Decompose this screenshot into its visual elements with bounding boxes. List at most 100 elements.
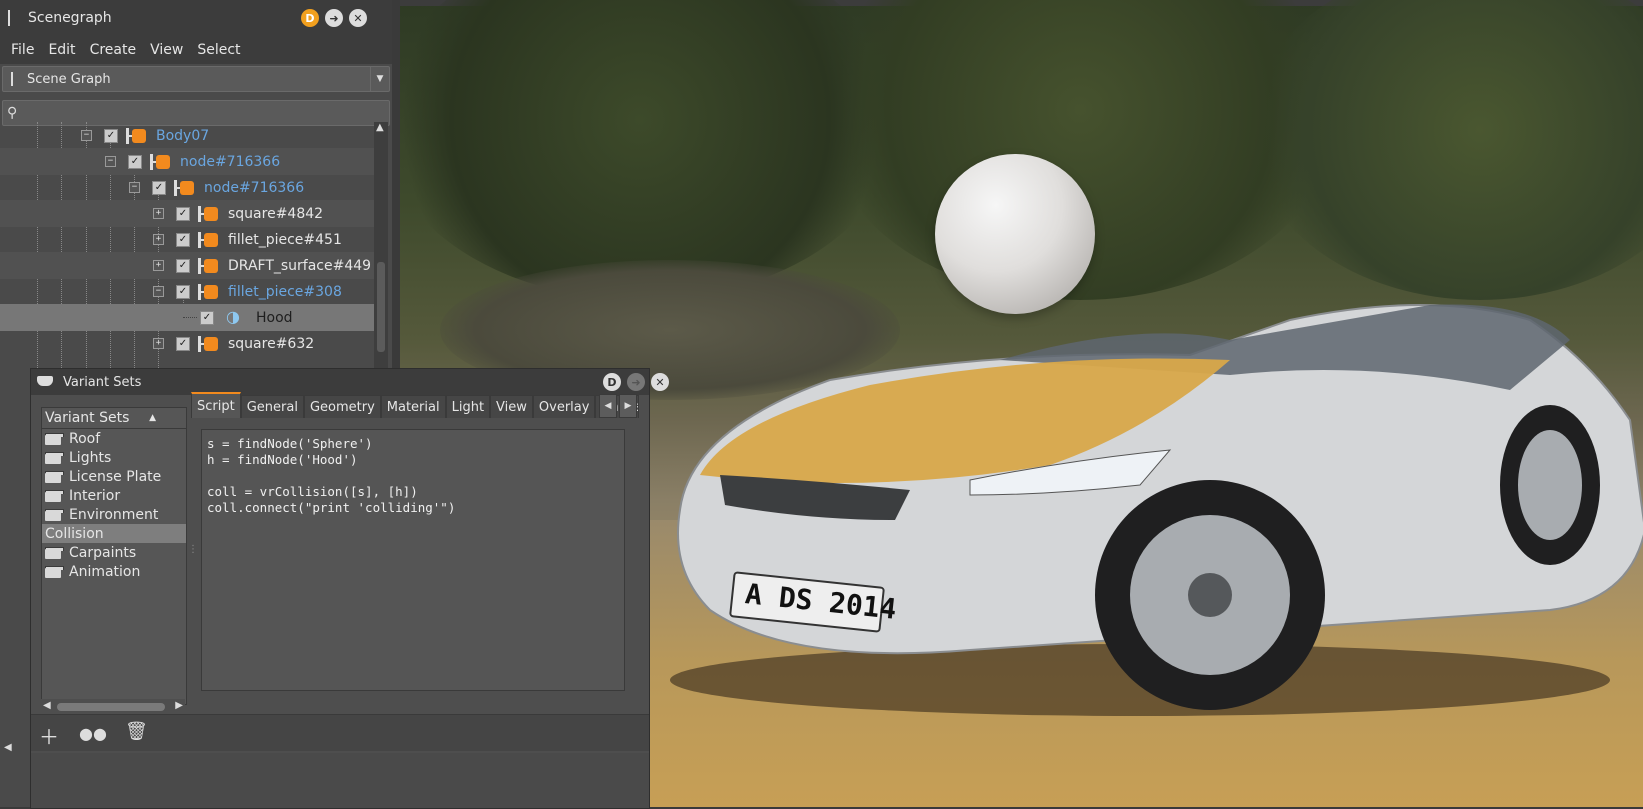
search-input[interactable] — [23, 104, 389, 122]
tab-view[interactable]: View — [490, 395, 533, 418]
menu-file[interactable]: File — [11, 42, 34, 58]
transform-node-icon — [174, 179, 196, 196]
menu-select[interactable]: Select — [197, 42, 240, 58]
folder-icon — [45, 451, 64, 464]
collapse-icon[interactable]: − — [81, 130, 92, 141]
visibility-checkbox[interactable]: ✓ — [176, 284, 190, 299]
scenegraph-app-icon — [8, 10, 18, 26]
list-item-label: Collision — [45, 525, 104, 542]
visibility-checkbox[interactable]: ✓ — [176, 258, 190, 273]
tab-overlay[interactable]: Overlay — [532, 395, 596, 418]
scenegraph-view-icon — [11, 72, 19, 86]
folder-icon — [45, 508, 64, 521]
menu-create[interactable]: Create — [90, 42, 137, 58]
dock-icon[interactable]: D — [603, 373, 621, 391]
close-icon[interactable]: ✕ — [349, 9, 367, 27]
tab-script[interactable]: Script — [191, 392, 241, 418]
visibility-checkbox[interactable]: ✓ — [200, 310, 214, 325]
list-header[interactable]: Variant Sets ▲ — [42, 408, 186, 429]
tree-row[interactable]: + ✓ fillet_piece#451 — [0, 226, 374, 253]
expand-icon[interactable]: + — [153, 234, 164, 245]
list-item[interactable]: Environment — [42, 505, 186, 524]
scroll-right-icon[interactable]: ▶ — [175, 700, 183, 711]
scene-tree[interactable]: − ✓ Body07 − ✓ node#716366 − ✓ node#7163… — [0, 122, 374, 380]
variant-toolbar: ＋ ●● 🗑 — [31, 714, 649, 751]
menu-edit[interactable]: Edit — [48, 42, 75, 58]
variant-toggle-icon[interactable]: ●● — [79, 724, 107, 743]
tab-light[interactable]: Light — [445, 395, 491, 418]
visibility-checkbox[interactable]: ✓ — [176, 232, 190, 247]
script-editor[interactable]: s = findNode('Sphere') h = findNode('Hoo… — [201, 429, 625, 691]
visibility-checkbox[interactable]: ✓ — [128, 154, 142, 169]
list-item[interactable]: Carpaints — [42, 543, 186, 562]
tree-row[interactable]: + ✓ square#4842 — [0, 200, 374, 227]
undock-arrow-icon: ➜ — [627, 373, 645, 391]
trash-icon[interactable]: 🗑 — [125, 721, 148, 742]
tree-row[interactable]: − ✓ Body07 — [0, 122, 374, 149]
variant-sets-titlebar[interactable]: Variant Sets D ➜ ✕ — [31, 369, 669, 395]
tab-scroll-right-icon[interactable]: ▶ — [619, 394, 637, 418]
folder-icon — [45, 432, 64, 445]
tab-scroll-left-icon[interactable]: ◀ — [599, 394, 617, 418]
scroll-left-icon[interactable]: ◀ — [4, 742, 12, 753]
scroll-up-icon[interactable]: ▲ — [376, 122, 384, 133]
transform-node-icon — [126, 127, 148, 144]
splitter-handle[interactable]: ⋮ — [188, 544, 198, 555]
add-icon[interactable]: ＋ — [39, 721, 59, 750]
transform-node-icon — [198, 283, 220, 300]
visibility-checkbox[interactable]: ✓ — [176, 206, 190, 221]
sort-ascending-icon[interactable]: ▲ — [149, 413, 156, 423]
visibility-checkbox[interactable]: ✓ — [104, 128, 118, 143]
list-item-selected[interactable]: Collision — [42, 524, 186, 543]
code-line: s = findNode('Sphere') — [207, 436, 373, 451]
view-mode-dropdown[interactable]: Scene Graph ▼ — [2, 66, 390, 92]
dock-icon[interactable]: D — [301, 9, 319, 27]
close-icon[interactable]: ✕ — [651, 373, 669, 391]
tree-row[interactable]: − ✓ node#716366 — [0, 174, 374, 201]
panel-title: Variant Sets — [63, 374, 142, 390]
list-header-label: Variant Sets — [45, 410, 130, 426]
car-model[interactable] — [670, 280, 1643, 720]
tree-row[interactable]: − ✓ fillet_piece#308 — [0, 278, 374, 305]
scrollbar-thumb[interactable] — [57, 703, 165, 711]
list-item-label: Lights — [69, 449, 112, 466]
collapse-icon[interactable]: − — [153, 286, 164, 297]
collapse-icon[interactable]: − — [129, 182, 140, 193]
expand-icon[interactable]: + — [153, 338, 164, 349]
tree-row[interactable]: + ✓ DRAFT_surface#449 — [0, 252, 374, 279]
list-item[interactable]: Lights — [42, 448, 186, 467]
node-label: Body07 — [156, 127, 210, 144]
tree-row[interactable]: − ✓ node#716366 — [0, 148, 374, 175]
node-label: node#716366 — [204, 179, 305, 196]
node-label: square#632 — [228, 335, 315, 352]
tab-geometry[interactable]: Geometry — [303, 395, 381, 418]
list-item[interactable]: Interior — [42, 486, 186, 505]
expand-icon[interactable]: + — [153, 208, 164, 219]
scrollbar-thumb[interactable] — [377, 262, 385, 352]
tree-row-selected[interactable]: ✓ ◑ Hood — [0, 304, 374, 331]
panel-footer — [31, 753, 649, 808]
tab-general[interactable]: General — [240, 395, 304, 418]
variant-sets-list[interactable]: Variant Sets ▲ Roof Lights License Plate… — [41, 407, 187, 705]
visibility-checkbox[interactable]: ✓ — [176, 336, 190, 351]
transform-node-icon — [198, 231, 220, 248]
list-item-label: Interior — [69, 487, 121, 504]
menu-view[interactable]: View — [150, 42, 183, 58]
horizontal-scrollbar[interactable]: ◀ ▶ — [41, 699, 185, 715]
list-item[interactable]: Roof — [42, 429, 186, 448]
list-item[interactable]: Animation — [42, 562, 186, 581]
tree-row[interactable]: + ✓ square#632 — [0, 330, 374, 357]
tab-material[interactable]: Material — [380, 395, 446, 418]
chevron-down-icon[interactable]: ▼ — [370, 67, 389, 91]
undock-arrow-icon[interactable]: ➜ — [325, 9, 343, 27]
folder-icon — [45, 565, 64, 578]
expand-icon[interactable]: + — [153, 260, 164, 271]
editor-tabs: Script General Geometry Material Light V… — [191, 392, 639, 418]
node-label: fillet_piece#451 — [228, 231, 342, 248]
list-item[interactable]: License Plate — [42, 467, 186, 486]
collapse-icon[interactable]: − — [105, 156, 116, 167]
list-item-label: Roof — [69, 430, 101, 447]
visibility-checkbox[interactable]: ✓ — [152, 180, 166, 195]
scroll-left-icon[interactable]: ◀ — [43, 700, 51, 711]
